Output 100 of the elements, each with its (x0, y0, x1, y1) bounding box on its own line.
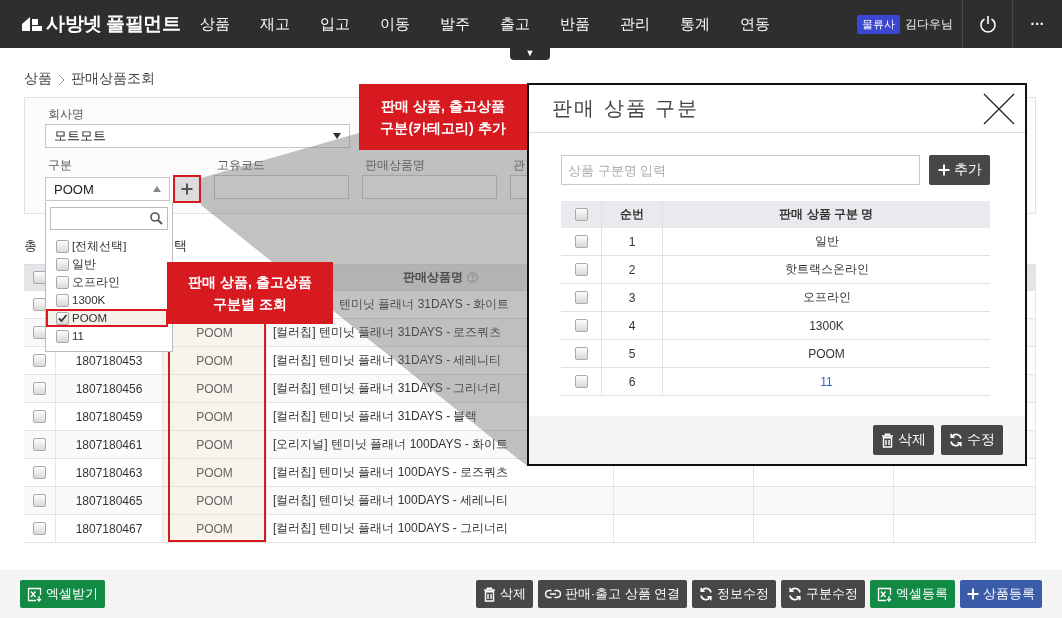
checkbox[interactable] (574, 375, 588, 388)
table-cell: POOM (196, 409, 233, 424)
search-icon (150, 212, 163, 225)
checkbox[interactable] (33, 438, 46, 451)
menu-toggle-button[interactable]: ▼ (510, 47, 550, 60)
link-button[interactable]: 판매·출고 상품 연결 (537, 580, 687, 608)
close-icon (983, 92, 1015, 125)
excel-button[interactable]: 엑셀등록 (870, 580, 955, 608)
table-cell[interactable]: 핫트랙스온라인 (784, 261, 869, 278)
text-field[interactable] (362, 175, 497, 199)
table-cell: POOM (196, 465, 233, 480)
delete-button[interactable]: 삭제 (475, 580, 533, 608)
dropdown-option[interactable]: 일반 (46, 255, 168, 273)
table-cell: POOM (196, 521, 233, 536)
dropdown-option[interactable]: POOM (46, 309, 168, 327)
checkbox[interactable] (33, 354, 46, 367)
table-cell: 1807180461 (75, 437, 143, 452)
dialog-title: 판매 상품 구분 (552, 96, 700, 121)
dropdown-option[interactable]: 11 (46, 327, 168, 345)
table-cell[interactable]: 1300K (809, 318, 844, 333)
table-cell[interactable]: 11 (820, 374, 833, 389)
table-cell: [컬러칩] 텐미닛 플래너 100DAYS - 그리너리 (273, 520, 509, 537)
help-icon[interactable] (466, 272, 478, 283)
field-label: 관 (512, 158, 525, 173)
excel-button[interactable]: 엑셀받기 (20, 580, 105, 608)
table-cell: POOM (196, 493, 233, 508)
checkbox[interactable] (574, 347, 588, 360)
table-cell[interactable]: 오프라인 (802, 289, 851, 306)
nav-menu-item[interactable]: 반품 (545, 14, 605, 34)
total-label: 총 (24, 237, 37, 255)
checkbox[interactable] (574, 319, 588, 332)
nav-menu-item[interactable]: 연동 (725, 14, 785, 34)
input-field[interactable]: 상품 구분명 입력 (561, 155, 920, 185)
table-cell: 1807180463 (75, 465, 143, 480)
checkbox[interactable] (33, 494, 46, 507)
search-field[interactable] (50, 207, 168, 230)
table-cell[interactable]: POOM (808, 346, 845, 361)
dropdown-option[interactable]: 오프라인 (46, 273, 168, 291)
nav-menu-item[interactable]: 발주 (425, 14, 485, 34)
checkbox[interactable] (56, 311, 69, 325)
checkbox[interactable] (574, 208, 588, 221)
checkbox[interactable] (56, 275, 69, 289)
nav-menu-item[interactable]: 이동 (365, 14, 425, 34)
checkbox[interactable] (574, 263, 588, 276)
trash-icon (881, 432, 894, 448)
checkbox[interactable] (56, 329, 69, 343)
add-button[interactable]: 상품등록 (960, 580, 1042, 608)
table-cell: 1 (628, 234, 636, 249)
checkbox[interactable] (33, 522, 46, 535)
table-cell: 2 (628, 262, 636, 277)
table-cell[interactable]: 일반 (814, 233, 839, 250)
column-header[interactable]: 판매상품명 (402, 269, 463, 286)
field-label: 고유코드 (216, 158, 265, 173)
update-button[interactable]: 수정 (941, 425, 1003, 455)
refresh-icon (699, 587, 713, 601)
logo-text[interactable]: 사방넷 풀필먼트 (46, 11, 181, 37)
company-select[interactable]: 모트모트 (45, 124, 350, 148)
checkbox[interactable] (56, 239, 69, 253)
label-fragment: 택 (174, 237, 187, 255)
checkbox[interactable] (33, 382, 46, 395)
link-icon (544, 589, 561, 599)
category-select[interactable]: POOM (45, 177, 170, 201)
annotation-callout: 판매 상품, 출고상품 구분별 조회 (167, 262, 333, 324)
nav-menu-item[interactable]: 재고 (245, 14, 305, 34)
checkbox[interactable] (33, 410, 46, 423)
plus-icon (937, 164, 950, 176)
nav-menu-item[interactable]: 입고 (305, 14, 365, 34)
table-cell: [컬러칩] 텐미닛 플래너 31DAYS - 그리너리 (273, 380, 502, 397)
checkbox[interactable] (574, 235, 588, 248)
add-category-button[interactable] (173, 175, 201, 203)
checkbox[interactable] (56, 293, 69, 307)
table-cell: [컬러칩] 텐미닛 플래너 31DAYS - 로즈쿼츠 (273, 324, 502, 341)
checkbox[interactable] (574, 291, 588, 304)
close-button[interactable] (983, 92, 1015, 125)
nav-menu-item[interactable]: 관리 (605, 14, 665, 34)
add-button[interactable]: 추가 (929, 155, 990, 185)
table-cell: 1807180467 (75, 521, 143, 536)
update-button[interactable]: 구분수정 (781, 580, 865, 608)
breadcrumb-item[interactable]: 상품 (24, 70, 52, 88)
table-cell: [컬러칩] 텐미닛 플래너 100DAYS - 세레니티 (273, 492, 509, 509)
nav-menu-item[interactable]: 출고 (485, 14, 545, 34)
table-cell: POOM (196, 353, 233, 368)
annotation-callout: 판매 상품, 출고상품 구분(카테고리) 추가 (359, 84, 527, 150)
table-cell: [오리지널] 텐미닛 플래너 100DAYS - 화이트 (273, 436, 509, 453)
power-icon (978, 15, 997, 33)
nav-menu-item[interactable]: 통계 (665, 14, 725, 34)
checkbox[interactable] (56, 257, 69, 271)
column-header: 판매 상품 구분 명 (779, 206, 874, 223)
logo-icon (22, 16, 42, 32)
checkbox[interactable] (33, 466, 46, 479)
table-cell: [컬러칩] 텐미닛 플래너 100DAYS - 로즈쿼츠 (273, 464, 509, 481)
dropdown-option[interactable]: [전체선택] (46, 237, 168, 255)
more-button[interactable]: ··· (1013, 0, 1062, 48)
dropdown-option[interactable]: 1300K (46, 291, 168, 309)
update-button[interactable]: 정보수정 (692, 580, 776, 608)
delete-button[interactable]: 삭제 (873, 425, 934, 455)
plus-icon (967, 588, 979, 600)
text-field[interactable] (214, 175, 349, 199)
nav-menu-item[interactable]: 상품 (185, 14, 245, 34)
table-cell: POOM (196, 325, 233, 340)
